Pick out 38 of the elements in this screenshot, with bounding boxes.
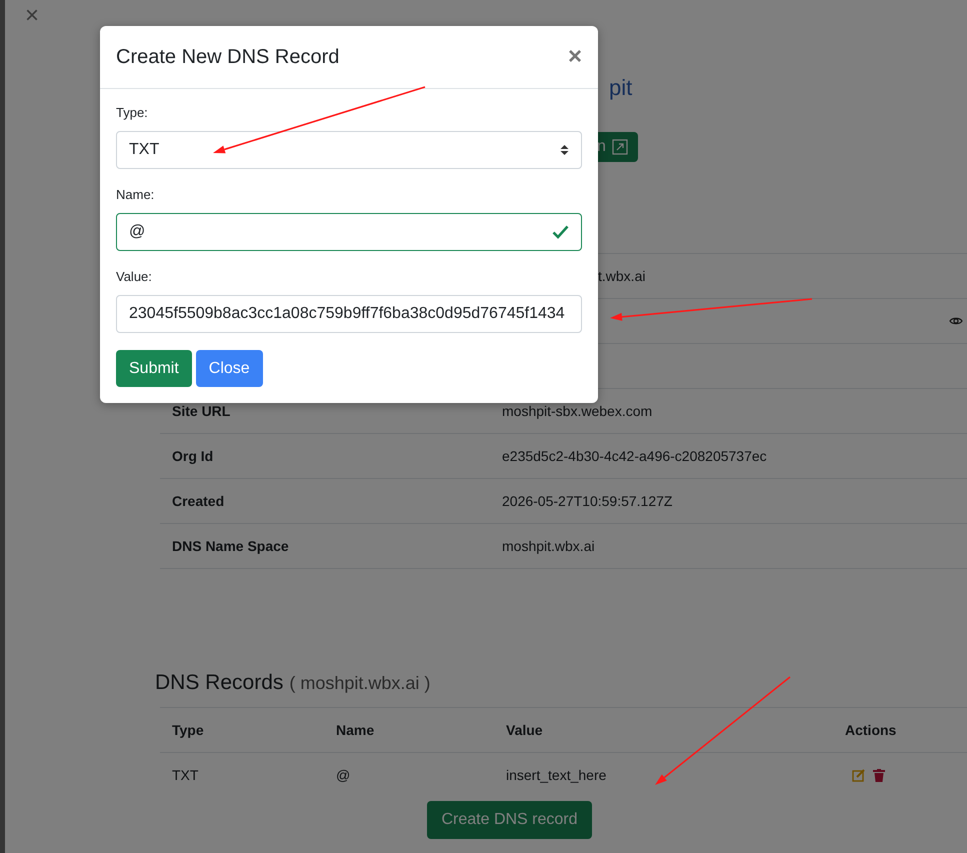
table-cell-text: 2026-05-27T10:59:57.127Z bbox=[502, 493, 674, 509]
input-field[interactable]: 23045f5509b8ac3cc1a08c759b9ff7f6ba38c0d95d76745f1434 bbox=[116, 295, 582, 333]
field-label: Type: bbox=[116, 105, 149, 120]
column-header: Name bbox=[336, 722, 376, 738]
external-link-icon bbox=[612, 139, 628, 155]
column-header: Value bbox=[506, 722, 544, 738]
close-dialog-button[interactable]: Close bbox=[196, 350, 263, 387]
trash-icon[interactable] bbox=[873, 768, 885, 782]
field-label: Value: bbox=[116, 269, 153, 284]
field-label: Name: bbox=[116, 187, 156, 202]
row-label: Site URL bbox=[171, 403, 232, 419]
input-field[interactable]: @ bbox=[116, 213, 582, 251]
eye-icon[interactable] bbox=[949, 316, 963, 326]
row-label: DNS Name Space bbox=[171, 538, 290, 554]
create-dns-record-button[interactable]: Create DNS record bbox=[427, 801, 592, 839]
dialog-title: Create New DNS Record bbox=[116, 46, 340, 68]
table-cell-text: moshpit.wbx.ai bbox=[502, 538, 596, 554]
table-cell-text: TXT bbox=[171, 767, 200, 783]
edit-icon[interactable] bbox=[852, 768, 865, 782]
open-button[interactable]: n bbox=[597, 132, 638, 162]
page-title: pit bbox=[609, 75, 632, 101]
table-cell-text: insert_text_here bbox=[506, 767, 608, 783]
row-label: Org Id bbox=[171, 448, 214, 464]
row-label: Created bbox=[171, 493, 226, 509]
column-header: Actions bbox=[845, 722, 898, 738]
sort-caret-icon bbox=[560, 144, 569, 156]
column-header: Type bbox=[171, 722, 205, 738]
close-button[interactable]: × bbox=[568, 43, 582, 71]
close-icon[interactable]: × bbox=[25, 2, 40, 30]
table-cell: t.wbx.ai bbox=[598, 268, 646, 284]
table-cell-text: e235d5c2-4b30-4c42-a496-c208205737ec bbox=[502, 448, 768, 464]
domain-label: ( moshpit.wbx.ai ) bbox=[289, 673, 430, 694]
check-icon bbox=[552, 225, 569, 239]
submit-button[interactable]: Submit bbox=[116, 350, 192, 387]
table-cell-text: @ bbox=[336, 767, 352, 783]
type-select[interactable]: TXT bbox=[116, 131, 582, 169]
table-cell-text: moshpit-sbx.webex.com bbox=[502, 403, 654, 419]
section-title: DNS Records bbox=[155, 671, 284, 695]
